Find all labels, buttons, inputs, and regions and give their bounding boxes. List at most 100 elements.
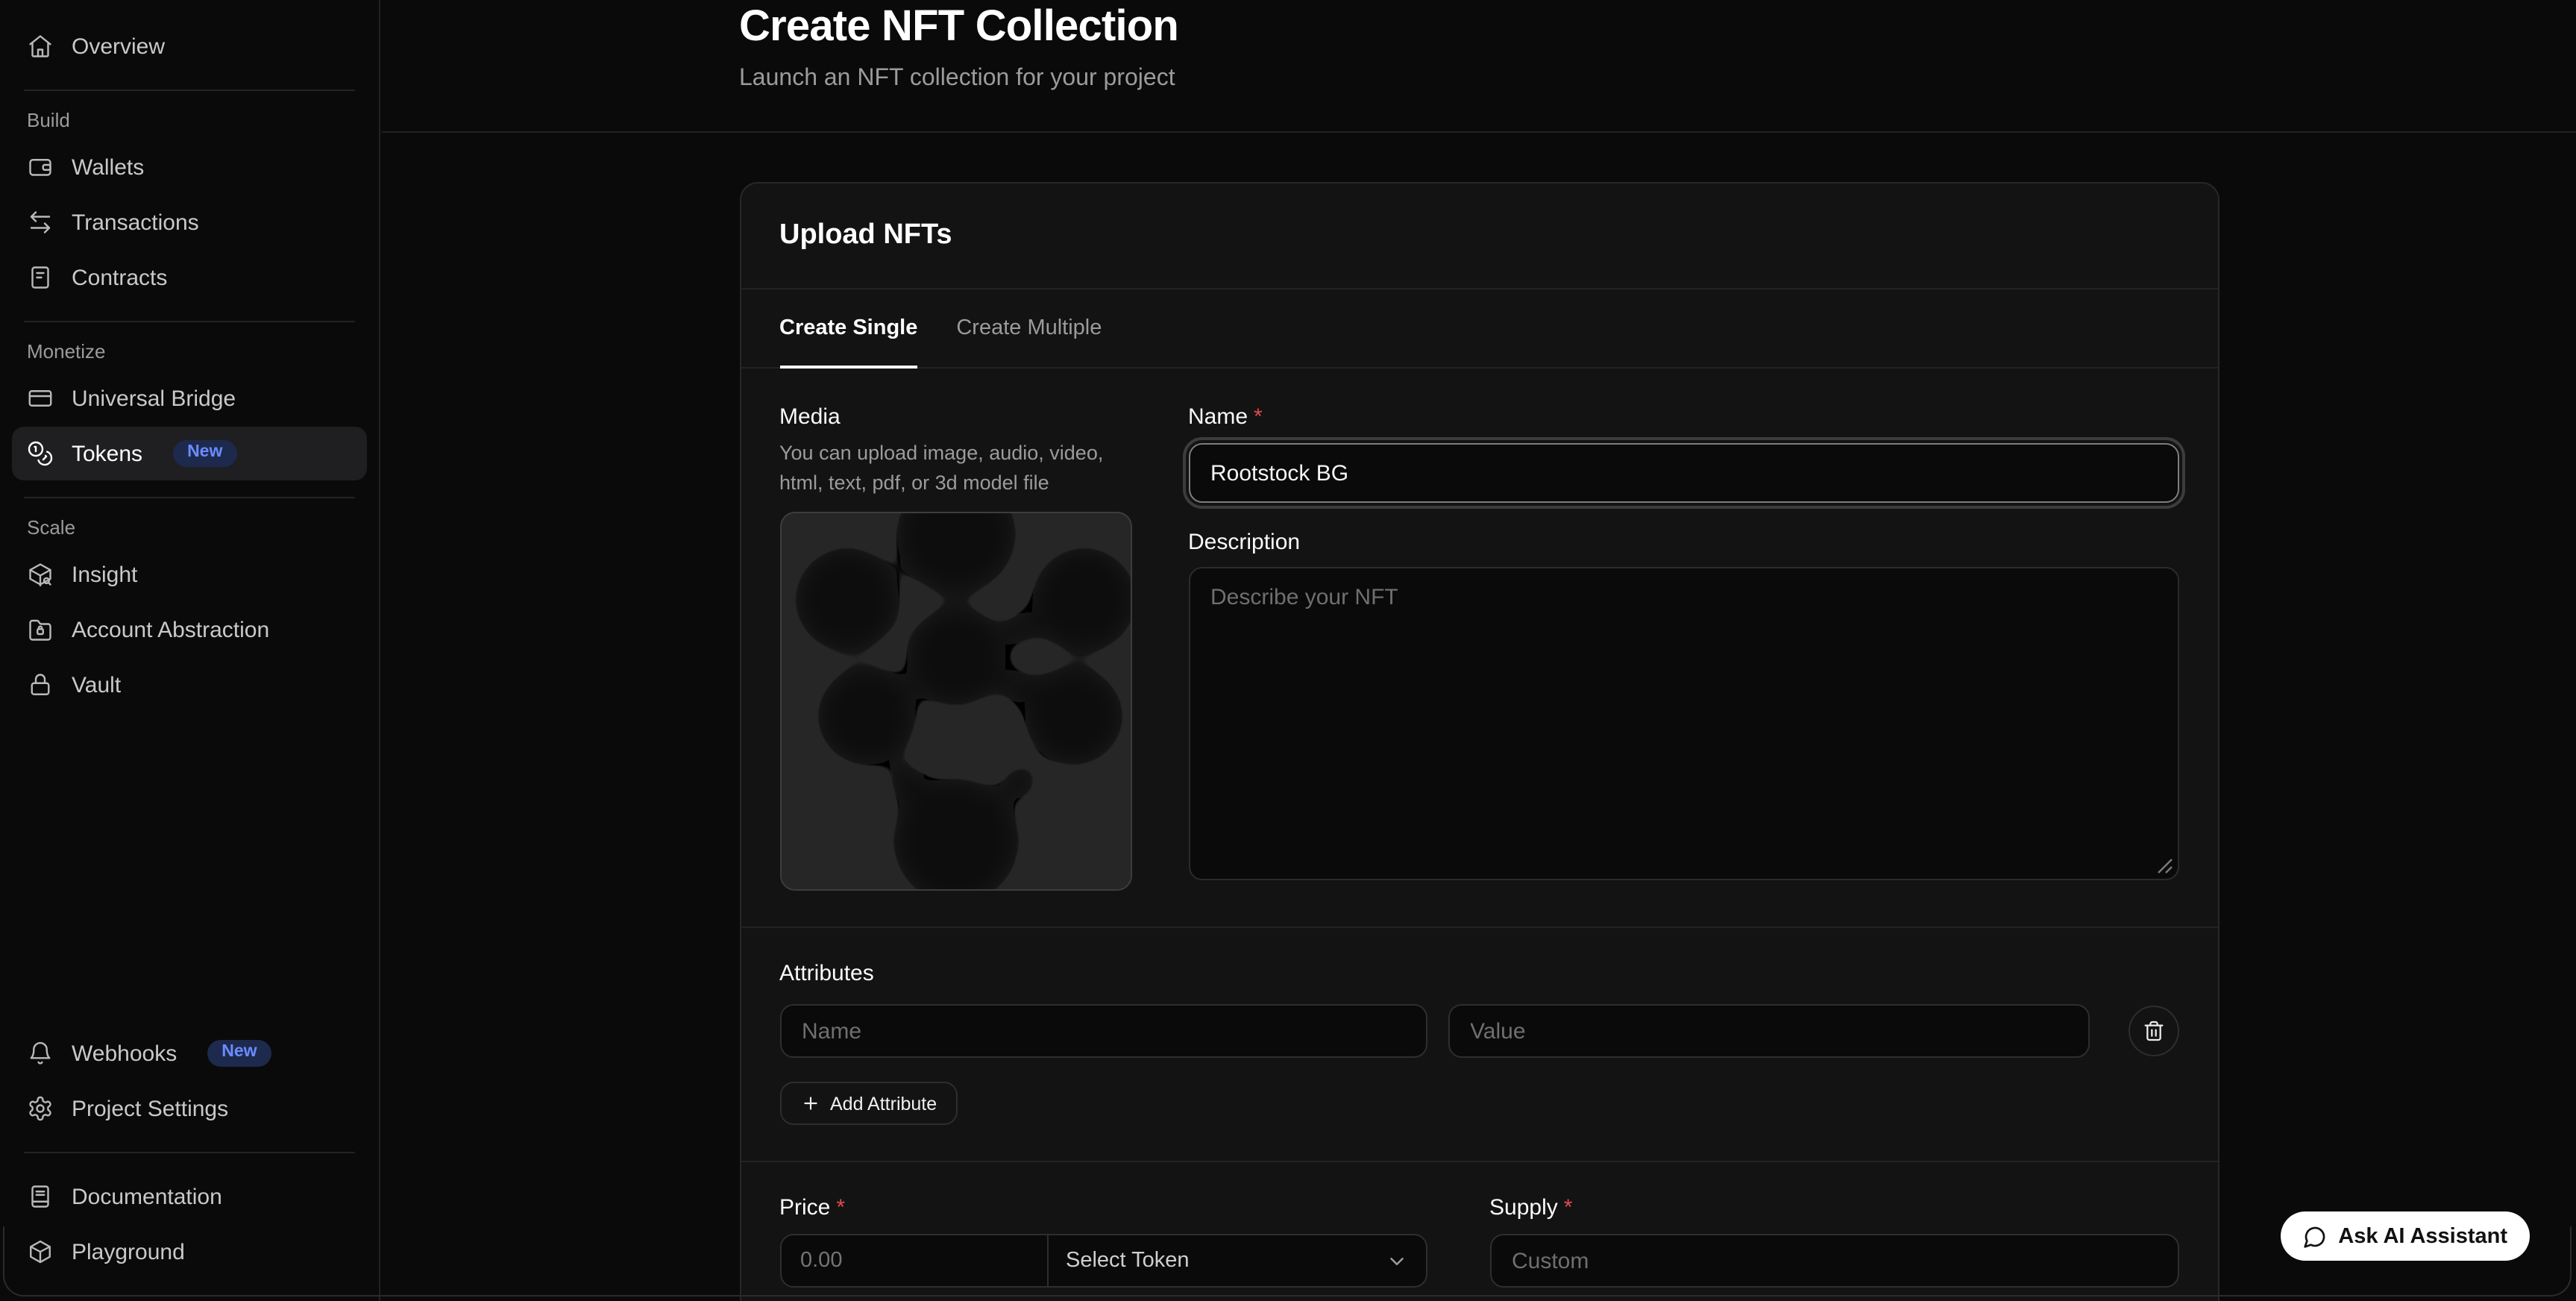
sidebar-item-universal-bridge[interactable]: Universal Bridge — [12, 372, 367, 425]
sidebar-item-label: Overview — [72, 34, 165, 59]
price-amount-input[interactable] — [781, 1235, 1046, 1286]
sidebar-item-label: Account Abstraction — [72, 617, 269, 642]
required-marker: * — [1254, 404, 1263, 430]
sidebar-item-label: Transactions — [72, 210, 199, 235]
tabs: Create Single Create Multiple — [741, 289, 2217, 369]
wallet-icon — [27, 154, 54, 181]
name-label-text: Name — [1188, 404, 1248, 430]
sidebar-item-label: Playground — [72, 1239, 185, 1264]
sidebar-item-wallets[interactable]: Wallets — [12, 140, 367, 194]
price-label-text: Price — [779, 1195, 830, 1220]
sidebar-item-account-abstraction[interactable]: Account Abstraction — [12, 603, 367, 656]
sidebar-section-title: Scale — [27, 516, 352, 539]
coins-icon — [27, 440, 54, 467]
sidebar-item-label: Tokens — [72, 441, 142, 466]
sidebar-item-contracts[interactable]: Contracts — [12, 251, 367, 304]
token-select-value: Select Token — [1066, 1249, 1190, 1273]
gear-icon — [27, 1095, 54, 1122]
sidebar-spacer — [0, 713, 379, 1025]
tab-create-single[interactable]: Create Single — [779, 289, 917, 367]
sidebar-item-overview[interactable]: Overview — [12, 19, 367, 73]
required-marker: * — [836, 1195, 845, 1220]
name-input[interactable] — [1188, 443, 2178, 503]
sidebar-section-title: Build — [27, 109, 352, 131]
sidebar-item-label: Webhooks — [72, 1041, 177, 1066]
sidebar-item-insight[interactable]: Insight — [12, 548, 367, 601]
attribute-value-input[interactable] — [1448, 1004, 2089, 1058]
ask-ai-assistant-label: Ask AI Assistant — [2338, 1224, 2507, 1248]
arrows-left-right-icon — [27, 209, 54, 236]
sidebar: Overview Build Wallets Transactions Contract… — [0, 0, 380, 1301]
supply-field: Supply* — [1489, 1195, 2178, 1288]
media-column: Media You can upload image, audio, video… — [779, 404, 1128, 891]
add-attribute-label: Add Attribute — [830, 1093, 937, 1114]
sidebar-item-label: Vault — [72, 672, 121, 697]
credit-card-icon — [27, 385, 54, 412]
page-subtitle: Launch an NFT collection for your projec… — [739, 66, 2219, 93]
sidebar-item-playground[interactable]: Playground — [12, 1225, 367, 1279]
chevron-down-icon — [1385, 1250, 1407, 1272]
sidebar-item-tokens[interactable]: Tokens New — [12, 427, 367, 480]
supply-input[interactable] — [1489, 1234, 2178, 1288]
name-label: Name* — [1188, 404, 1263, 430]
price-supply-section: Price* Select Token — [741, 1162, 2217, 1288]
attributes-section: Attributes — [741, 928, 2217, 1125]
nft-preview-image — [781, 513, 1130, 889]
sidebar-item-label: Insight — [72, 562, 137, 587]
attribute-row — [779, 1004, 2178, 1058]
add-attribute-button[interactable]: Add Attribute — [779, 1082, 958, 1125]
price-label: Price* — [779, 1195, 845, 1220]
sidebar-item-documentation[interactable]: Documentation — [12, 1170, 367, 1223]
media-description: You can upload image, audio, video, html… — [779, 439, 1128, 497]
sidebar-footer-nav: Webhooks New Project Settings Documentation… — [0, 1025, 379, 1280]
divider — [24, 90, 355, 91]
sidebar-item-label: Universal Bridge — [72, 386, 236, 411]
lock-icon — [27, 671, 54, 698]
sidebar-item-label: Contracts — [72, 265, 167, 290]
sidebar-item-label: Project Settings — [72, 1096, 228, 1121]
attributes-label: Attributes — [779, 961, 2178, 986]
main-area: Create NFT Collection Launch an NFT coll… — [382, 0, 2576, 1301]
token-select-dropdown[interactable]: Select Token — [1048, 1235, 1425, 1286]
ask-ai-assistant-button[interactable]: Ask AI Assistant — [2280, 1211, 2530, 1261]
card-heading: Upload NFTs — [779, 219, 2178, 252]
attribute-name-input[interactable] — [779, 1004, 1427, 1058]
home-icon — [27, 33, 54, 60]
bell-icon — [27, 1040, 54, 1067]
box-search-icon — [27, 561, 54, 588]
page-title: Create NFT Collection — [739, 3, 2219, 52]
supply-label-text: Supply — [1489, 1195, 1558, 1220]
app-root: Overview Build Wallets Transactions Contract… — [0, 0, 2576, 1301]
divider — [24, 321, 355, 322]
trash-icon — [2141, 1019, 2165, 1043]
sidebar-item-label: Documentation — [72, 1184, 222, 1209]
new-badge: New — [172, 439, 237, 468]
folder-lock-icon — [27, 616, 54, 643]
sidebar-main-nav: Overview Build Wallets Transactions Contract… — [0, 18, 379, 713]
tab-create-multiple[interactable]: Create Multiple — [956, 289, 1102, 367]
description-textarea[interactable] — [1188, 567, 2178, 880]
new-badge: New — [207, 1039, 271, 1068]
chat-bubble-icon — [2302, 1224, 2326, 1248]
delete-attribute-button[interactable] — [2128, 1006, 2178, 1056]
page-header: Create NFT Collection Launch an NFT coll… — [382, 0, 2576, 133]
sidebar-section-title: Monetize — [27, 340, 352, 363]
supply-label: Supply* — [1489, 1195, 1572, 1220]
card-header: Upload NFTs — [741, 184, 2217, 289]
description-label: Description — [1188, 530, 2178, 555]
book-icon — [27, 1183, 54, 1210]
plus-icon — [800, 1094, 820, 1113]
sidebar-item-project-settings[interactable]: Project Settings — [12, 1082, 367, 1135]
sidebar-item-transactions[interactable]: Transactions — [12, 195, 367, 249]
price-input-group: Select Token — [779, 1234, 1427, 1288]
required-marker: * — [1564, 1195, 1573, 1220]
sidebar-item-webhooks[interactable]: Webhooks New — [12, 1026, 367, 1080]
media-label: Media — [779, 404, 1128, 430]
sidebar-item-label: Wallets — [72, 154, 144, 180]
sidebar-item-vault[interactable]: Vault — [12, 658, 367, 712]
cube-icon — [27, 1238, 54, 1265]
media-upload-preview[interactable] — [779, 512, 1131, 891]
upload-nfts-card: Upload NFTs Create Single Create Multiple… — [739, 182, 2219, 1301]
divider — [24, 497, 355, 498]
fields-column: Name* Description — [1188, 404, 2178, 891]
